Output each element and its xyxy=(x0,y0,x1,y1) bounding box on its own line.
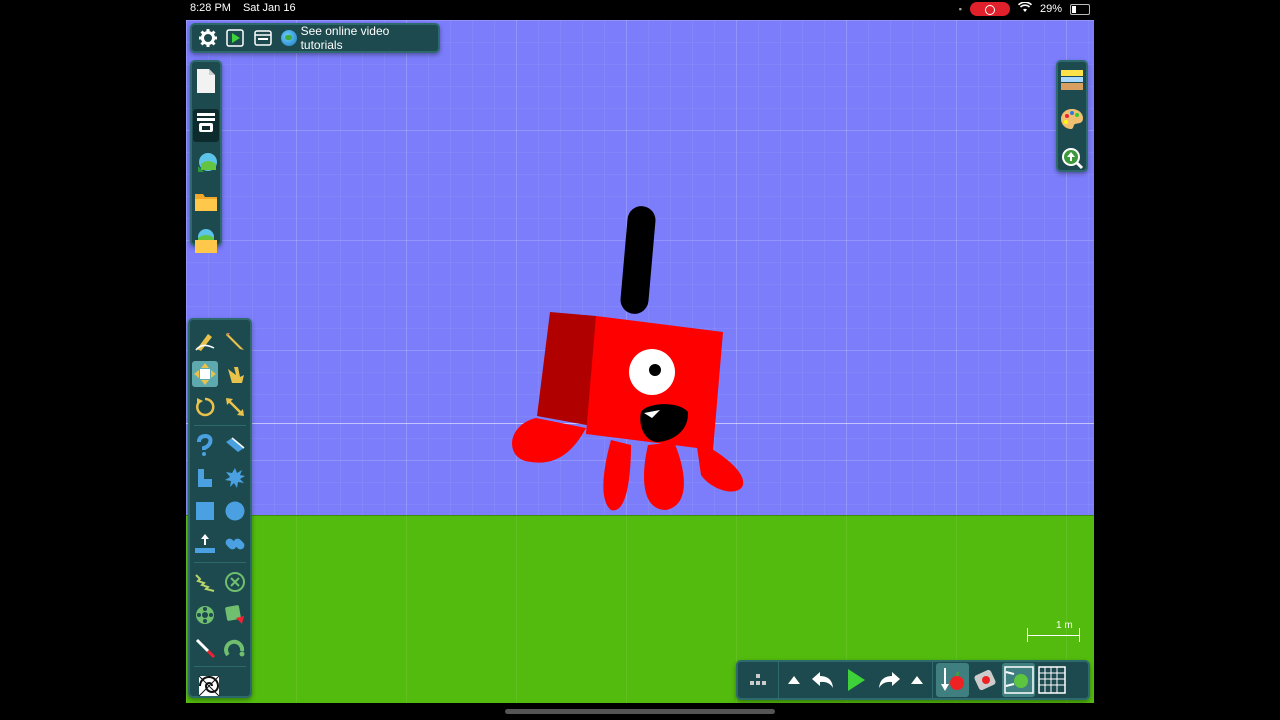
palette-icon[interactable] xyxy=(1060,107,1084,136)
redo-icon[interactable] xyxy=(872,663,905,697)
gear-shape-icon[interactable] xyxy=(222,465,248,491)
character-leg-right xyxy=(643,442,684,510)
wifi-icon xyxy=(1017,1,1033,16)
bottom-toolbar xyxy=(736,660,1090,700)
download-scene-icon[interactable] xyxy=(194,152,218,181)
draw-icon[interactable] xyxy=(192,328,218,354)
character-antenna xyxy=(620,206,656,314)
window-icon[interactable] xyxy=(253,28,273,48)
globe-icon xyxy=(280,30,297,46)
new-scene-icon[interactable] xyxy=(196,68,216,99)
pencil-icon[interactable] xyxy=(222,328,248,354)
thruster-icon[interactable] xyxy=(222,602,248,628)
brush-icon[interactable] xyxy=(192,465,218,491)
play-scene-icon[interactable] xyxy=(226,28,246,48)
tool-panel xyxy=(188,318,252,698)
scale-indicator: 1 m xyxy=(1026,620,1080,644)
circle-icon[interactable] xyxy=(222,498,248,524)
status-bar: 8:28 PM Sat Jan 16 ▪ 29% xyxy=(0,0,1280,18)
top-toolbar: See online video tutorials xyxy=(190,23,440,53)
collision-icon[interactable] xyxy=(1002,663,1035,697)
texture-icon[interactable] xyxy=(196,673,222,699)
character-pupil xyxy=(649,364,661,376)
status-time: 8:28 PM xyxy=(190,2,231,14)
fixate-icon[interactable] xyxy=(222,569,248,595)
polygon-icon[interactable] xyxy=(192,432,218,458)
spring-icon[interactable] xyxy=(192,569,218,595)
character-body-side xyxy=(537,312,596,426)
battery-percent: 29% xyxy=(1039,3,1062,15)
drag-hand-icon[interactable] xyxy=(222,361,248,387)
lock-icon: ▪ xyxy=(958,4,962,14)
expand-up-icon[interactable] xyxy=(782,663,806,697)
right-panel xyxy=(1056,60,1088,172)
file-panel xyxy=(190,60,222,253)
open-folder-icon[interactable] xyxy=(194,191,218,218)
play-icon[interactable] xyxy=(839,663,872,697)
scale-icon[interactable] xyxy=(222,394,248,420)
character-left-arm xyxy=(512,418,586,463)
scene-menu-icon[interactable] xyxy=(193,109,219,142)
box-icon[interactable] xyxy=(192,498,218,524)
chain-icon[interactable] xyxy=(222,531,248,557)
settings-icon[interactable] xyxy=(198,28,218,48)
laser-icon[interactable] xyxy=(192,635,218,661)
home-indicator[interactable] xyxy=(505,709,775,714)
hinge-icon[interactable] xyxy=(222,635,248,661)
character-numberblock-one[interactable] xyxy=(186,20,1094,703)
character-leg-left xyxy=(603,440,631,511)
video-tutorials-label: See online video tutorials xyxy=(300,24,390,52)
scene-canvas[interactable]: See online video tutorials 1 m xyxy=(186,20,1094,703)
plane-icon[interactable] xyxy=(192,531,218,557)
gravity-icon[interactable] xyxy=(936,663,969,697)
battery-icon xyxy=(1070,3,1090,15)
character-right-arm xyxy=(696,440,744,492)
screen-recording-icon xyxy=(969,2,1010,16)
axle-icon[interactable] xyxy=(192,602,218,628)
knife-icon[interactable] xyxy=(222,432,248,458)
grid-menu-icon[interactable] xyxy=(742,663,775,697)
rotate-icon[interactable] xyxy=(192,394,218,420)
status-date: Sat Jan 16 xyxy=(242,2,296,14)
move-icon[interactable] xyxy=(192,360,218,387)
expand-up-icon[interactable] xyxy=(905,663,929,697)
video-tutorials-link[interactable]: See online video tutorials xyxy=(280,24,432,52)
scale-label: 1 m xyxy=(1056,620,1073,631)
undo-icon[interactable] xyxy=(806,663,839,697)
background-icon[interactable] xyxy=(1060,68,1084,97)
grid-snap-icon[interactable] xyxy=(1035,663,1068,697)
zoom-icon[interactable] xyxy=(1060,146,1084,175)
save-scene-icon[interactable] xyxy=(194,228,218,259)
air-friction-icon[interactable] xyxy=(969,663,1002,697)
